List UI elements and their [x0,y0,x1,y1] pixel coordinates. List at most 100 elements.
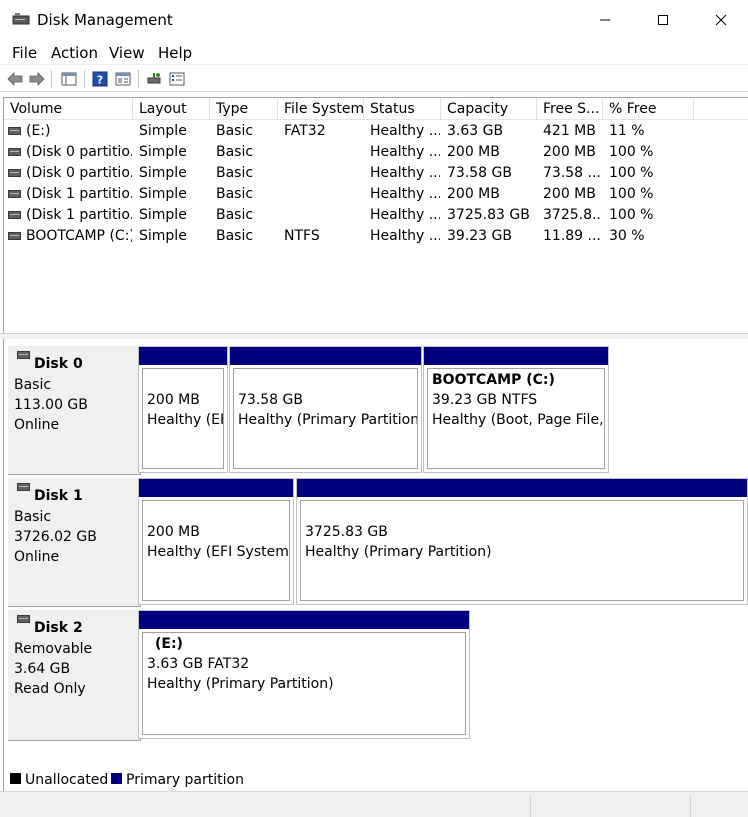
partition-details: BOOTCAMP (C:) 39.23 GB NTFS Healthy (Boot,… [427,368,605,469]
partition-details: 200 MB Healthy (EFI System Partition) [142,500,290,601]
column-header-percent-free[interactable]: % Free [603,98,694,120]
status-bar-separator [530,796,531,817]
table-row[interactable]: (Disk 0 partitio... Simple Basic Healthy ..… [4,163,748,184]
disk-icon [17,351,30,359]
properties-button[interactable] [114,70,132,88]
properties-icon [115,72,131,86]
partition-block[interactable]: (E:) 3.63 GB FAT32 Healthy (Primary Partit… [138,610,470,739]
cell-free-space: 421 MB [543,123,596,139]
console-tree-button[interactable] [60,70,78,88]
column-header-file-system[interactable]: File System [278,98,364,120]
cell-layout: Simple [139,144,187,160]
volume-icon [8,127,21,135]
partition-block[interactable]: BOOTCAMP (C:) 39.23 GB NTFS Healthy (Boot,… [423,346,609,473]
column-header-capacity[interactable]: Capacity [441,98,537,120]
close-button[interactable] [692,0,748,40]
menu-view[interactable]: View [109,44,145,62]
help-button[interactable]: ? [91,70,109,88]
partition-type-bar [297,479,747,497]
legend-unallocated-label: Unallocated [25,772,109,788]
partition-block[interactable]: 73.58 GB Healthy (Primary Partition) [229,346,422,473]
cell-volume: (Disk 1 partitio... [26,186,132,202]
disk-icon [17,483,30,491]
cell-volume: BOOTCAMP (C:) [26,228,132,244]
cell-type: Basic [216,207,254,223]
disk-size: 3.64 GB [14,661,71,677]
table-row[interactable]: (E:) Simple Basic FAT32 Healthy ... 3.63 GB 42… [4,121,748,142]
table-row[interactable]: (Disk 1 partitio... Simple Basic Healthy ..… [4,205,748,226]
cell-file-system [284,142,362,163]
partition-block[interactable]: 200 MB Healthy (EFI System Partition) [138,346,228,473]
volume-icon [8,211,21,219]
menu-bar: File Action View Help [0,41,748,65]
disk-management-icon [12,13,30,25]
cell-file-system: FAT32 [284,123,326,139]
partition-status: Healthy (Boot, Page File, Crash Dump, Pr… [432,412,604,428]
help-icon: ? [92,71,108,87]
cell-status: Healthy ... [370,228,440,244]
forward-button[interactable] [28,70,46,88]
disk-icon [17,615,30,623]
partition-block[interactable]: 200 MB Healthy (EFI System Partition) [138,478,294,605]
cell-volume: (Disk 1 partitio... [26,207,132,223]
legend-primary-label: Primary partition [126,772,244,788]
list-view-button[interactable] [168,70,186,88]
partition-type-bar [230,347,421,365]
cell-status: Healthy ... [370,207,440,223]
partition-status: Healthy (EFI System Partition) [147,412,223,428]
partition-size: 3725.83 GB [305,524,388,540]
cell-layout: Simple [139,228,187,244]
column-header-layout[interactable]: Layout [133,98,210,120]
menu-action[interactable]: Action [51,44,98,62]
toolbar-separator [138,70,139,88]
table-row[interactable]: (Disk 1 partitio... Simple Basic Healthy ..… [4,184,748,205]
cell-file-system: NTFS [284,228,320,244]
connect-button[interactable] [145,70,163,88]
back-button[interactable] [6,70,24,88]
minimize-button[interactable] [576,0,634,40]
disk-type: Basic [14,509,52,525]
column-header-status[interactable]: Status [364,98,441,120]
disk-label[interactable]: Disk 0 Basic 113.00 GB Online [8,346,141,475]
menu-file[interactable]: File [12,44,37,62]
cell-type: Basic [216,123,254,139]
close-icon [715,14,727,26]
menu-help[interactable]: Help [158,44,192,62]
cell-free-space: 200 MB [543,144,596,160]
table-row[interactable]: BOOTCAMP (C:) Simple Basic NTFS Healthy ... 3… [4,226,748,247]
maximize-button[interactable] [634,0,692,40]
partition-details: (E:) 3.63 GB FAT32 Healthy (Primary Partit… [142,632,466,735]
disk-label[interactable]: Disk 1 Basic 3726.02 GB Online [8,478,141,607]
disk-label[interactable]: Disk 2 Removable 3.64 GB Read Only [8,610,141,741]
cell-free-space: 73.58 ... [543,165,601,181]
table-row[interactable]: (Disk 0 partitio... Simple Basic Healthy ..… [4,142,748,163]
disk-name: Disk 2 [34,620,83,636]
partition-type-bar [139,347,227,365]
disk-name: Disk 1 [34,488,83,504]
volume-list[interactable]: Volume Layout Type File System Status Ca… [3,97,748,333]
partition-size: 200 MB [147,392,200,408]
partition-type-bar [139,479,293,497]
minimize-icon [600,19,610,21]
partition-size: 73.58 GB [238,392,303,408]
cell-percent-free: 30 % [609,228,645,244]
partition-status: Healthy (Primary Partition) [238,412,418,428]
cell-volume: (E:) [26,123,51,139]
partition-title: BOOTCAMP (C:) [432,372,555,388]
partition-block[interactable]: 3725.83 GB Healthy (Primary Partition) [296,478,748,605]
disk-name: Disk 0 [34,356,83,372]
column-header-type[interactable]: Type [210,98,278,120]
connect-icon [147,73,161,84]
cell-percent-free: 100 % [609,186,654,202]
cell-capacity: 3725.83 GB [447,207,530,223]
cell-type: Basic [216,165,254,181]
cell-file-system [284,205,362,226]
forward-arrow-icon [29,72,45,86]
cell-layout: Simple [139,186,187,202]
partition-details: 3725.83 GB Healthy (Primary Partition) [300,500,744,601]
column-header-free-space[interactable]: Free S... [537,98,603,120]
disk-type: Removable [14,641,93,657]
toolbar: ? [0,66,748,92]
column-header-volume[interactable]: Volume [4,98,133,120]
back-arrow-icon [7,72,23,86]
